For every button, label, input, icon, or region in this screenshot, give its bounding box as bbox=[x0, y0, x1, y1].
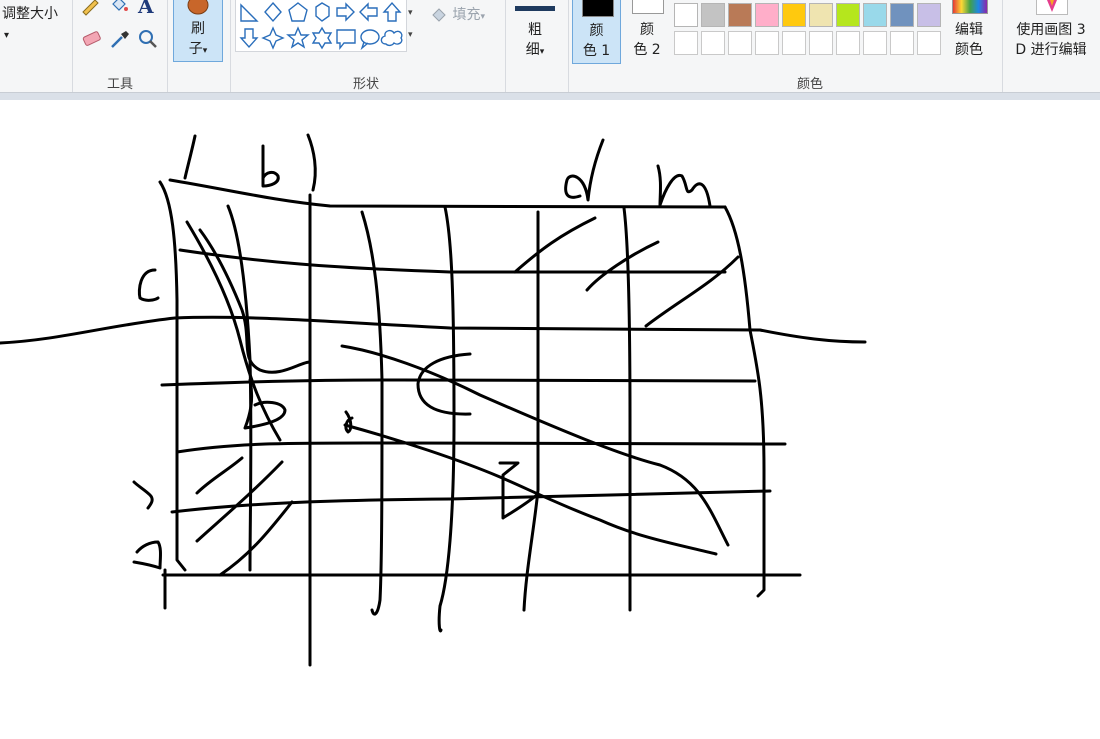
pentagon-shape-icon[interactable] bbox=[288, 2, 308, 22]
custom-color-slot[interactable] bbox=[728, 31, 752, 55]
palette-color-swatch[interactable] bbox=[863, 3, 887, 27]
fill-icon bbox=[432, 8, 446, 22]
brush-label-2-wrap: 子▾ bbox=[174, 39, 222, 61]
custom-color-slot[interactable] bbox=[755, 31, 779, 55]
paint3d-icon bbox=[1036, 0, 1068, 15]
color2-button[interactable]: 颜 色 2 bbox=[624, 0, 670, 64]
custom-color-slot[interactable] bbox=[701, 31, 725, 55]
color-palette bbox=[672, 0, 948, 60]
left-arrow-shape-icon[interactable] bbox=[359, 2, 378, 22]
fill-label: 填充 bbox=[452, 7, 481, 23]
brush-dropdown-arrow: ▾ bbox=[202, 46, 208, 56]
fill-button[interactable]: 填充▾ bbox=[430, 4, 500, 24]
color2-label-1: 颜 bbox=[640, 22, 654, 38]
palette-color-swatch[interactable] bbox=[917, 3, 941, 27]
custom-color-slot[interactable] bbox=[890, 31, 914, 55]
drawing-canvas[interactable] bbox=[0, 100, 1100, 735]
custom-color-slot[interactable] bbox=[863, 31, 887, 55]
rainbow-palette-icon bbox=[952, 0, 988, 14]
magnifier-icon[interactable] bbox=[136, 28, 160, 50]
ribbon-toolbar: 调整大小 ▾ A 工具 刷 子▾ ▾ ▾ 填充▾ 形状 粗 细▾ 颜 色 1 颜… bbox=[0, 0, 1100, 92]
four-point-star-shape-icon[interactable] bbox=[261, 26, 285, 50]
palette-color-swatch[interactable] bbox=[890, 3, 914, 27]
six-point-star-shape-icon[interactable] bbox=[311, 26, 333, 50]
brush-label-2: 子 bbox=[188, 41, 203, 57]
colors-group-label: 颜色 bbox=[796, 77, 823, 92]
color1-swatch bbox=[582, 0, 614, 17]
five-point-star-shape-icon[interactable] bbox=[286, 26, 310, 49]
image-more-arrow[interactable]: ▾ bbox=[4, 30, 9, 41]
rect-callout-shape-icon[interactable] bbox=[336, 29, 356, 50]
color1-button[interactable]: 颜 色 1 bbox=[572, 0, 621, 64]
shapes-scroll-up-arrow[interactable]: ▾ bbox=[408, 8, 413, 18]
edit-colors-label-2: 颜色 bbox=[955, 42, 983, 58]
eraser-icon[interactable] bbox=[80, 28, 104, 50]
custom-color-slot[interactable] bbox=[674, 31, 698, 55]
palette-color-swatch[interactable] bbox=[728, 3, 752, 27]
oval-callout-shape-icon[interactable] bbox=[360, 29, 380, 51]
tools-group-label: 工具 bbox=[106, 77, 133, 92]
fill-dropdown-arrow: ▾ bbox=[480, 12, 485, 22]
group-separator bbox=[568, 0, 569, 92]
palette-color-swatch[interactable] bbox=[809, 3, 833, 27]
brush-label-1: 刷 bbox=[191, 21, 205, 37]
edit-with-paint3d-button[interactable]: 使用画图 3 D 进行编辑 bbox=[1006, 0, 1096, 64]
size-label-1: 粗 bbox=[528, 22, 542, 38]
group-separator bbox=[1002, 0, 1003, 92]
color-picker-icon[interactable] bbox=[108, 28, 132, 50]
shapes-more-arrow[interactable]: ▾ bbox=[408, 30, 413, 40]
group-separator bbox=[230, 0, 231, 92]
hand-drawn-sketch bbox=[0, 133, 867, 667]
up-arrow-shape-icon[interactable] bbox=[382, 1, 402, 22]
fill-bucket-icon[interactable] bbox=[108, 0, 130, 16]
palette-color-swatch[interactable] bbox=[755, 3, 779, 27]
group-separator bbox=[72, 0, 73, 92]
diamond-shape-icon[interactable] bbox=[264, 1, 282, 23]
pencil-icon[interactable] bbox=[80, 0, 102, 16]
custom-color-slot[interactable] bbox=[782, 31, 806, 55]
hexagon-shape-icon[interactable] bbox=[315, 2, 330, 22]
color2-swatch bbox=[632, 0, 664, 14]
down-arrow-shape-icon[interactable] bbox=[239, 28, 259, 49]
custom-color-slot[interactable] bbox=[809, 31, 833, 55]
size-dropdown-arrow: ▾ bbox=[539, 47, 545, 57]
color2-label-2: 色 2 bbox=[633, 42, 661, 58]
custom-color-slot[interactable] bbox=[917, 31, 941, 55]
resize-label: 调整大小 bbox=[2, 6, 58, 22]
group-separator bbox=[505, 0, 506, 92]
palette-color-swatch[interactable] bbox=[674, 3, 698, 27]
paint3d-label-2: D 进行编辑 bbox=[1015, 42, 1087, 58]
cloud-callout-shape-icon[interactable] bbox=[380, 29, 403, 47]
palette-color-swatch[interactable] bbox=[701, 3, 725, 27]
brushes-button[interactable]: 刷 子▾ bbox=[173, 0, 223, 62]
text-tool-icon[interactable]: A bbox=[138, 0, 154, 18]
size-label-2-wrap: 细▾ bbox=[510, 40, 560, 62]
group-separator bbox=[167, 0, 168, 92]
right-arrow-shape-icon[interactable] bbox=[336, 2, 355, 22]
resize-button[interactable]: 调整大小 bbox=[2, 4, 58, 24]
custom-color-slot[interactable] bbox=[836, 31, 860, 55]
brush-icon bbox=[186, 0, 210, 17]
palette-color-swatch[interactable] bbox=[782, 3, 806, 27]
paint3d-label-1: 使用画图 3 bbox=[1016, 22, 1086, 38]
edit-colors-label-1: 编辑 bbox=[955, 22, 983, 38]
shapes-gallery bbox=[235, 0, 407, 52]
color1-label-2: 色 1 bbox=[582, 43, 611, 59]
palette-color-swatch[interactable] bbox=[836, 3, 860, 27]
right-triangle-shape-icon[interactable] bbox=[240, 3, 259, 22]
size-button[interactable]: 粗 细▾ bbox=[510, 0, 560, 64]
edit-colors-button[interactable]: 编辑 颜色 bbox=[948, 0, 990, 64]
shapes-group-label: 形状 bbox=[352, 77, 379, 92]
line-width-icon bbox=[515, 6, 555, 11]
color1-label-1: 颜 bbox=[589, 23, 604, 39]
size-label-2: 细 bbox=[525, 42, 540, 58]
